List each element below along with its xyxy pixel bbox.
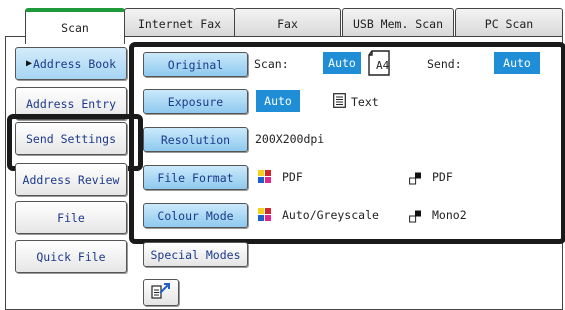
file-format-button[interactable]: File Format	[143, 165, 248, 190]
file-format-mono-value: PDF	[432, 170, 453, 184]
address-book-button[interactable]: ▶ Address Book	[15, 47, 127, 80]
colour-quad-icon	[258, 208, 271, 221]
program-transfer-button[interactable]	[143, 279, 179, 306]
address-book-label: Address Book	[32, 56, 117, 71]
tab-scan[interactable]: Scan	[25, 8, 125, 44]
tab-internet-fax[interactable]: Internet Fax	[124, 8, 235, 38]
file-button[interactable]: File	[15, 201, 127, 234]
special-modes-button[interactable]: Special Modes	[143, 242, 248, 267]
address-review-button[interactable]: Address Review	[15, 163, 127, 196]
resolution-button[interactable]: Resolution	[143, 127, 248, 152]
tab-usb-mem-scan[interactable]: USB Mem. Scan	[342, 8, 454, 38]
mono-squares-icon	[409, 210, 422, 223]
paper-size-label: A4	[376, 59, 390, 72]
scan-value-badge: Auto	[323, 52, 361, 74]
triangle-right-icon: ▶	[25, 58, 32, 69]
exposure-type-label: Text	[351, 95, 379, 109]
original-button[interactable]: Original	[143, 52, 248, 77]
text-document-icon	[333, 93, 346, 108]
resolution-value: 200X200dpi	[255, 132, 325, 146]
program-transfer-icon	[150, 282, 172, 303]
quick-file-button[interactable]: Quick File	[15, 240, 127, 273]
tab-fax[interactable]: Fax	[234, 8, 341, 38]
colour-mode-mono-value: Mono2	[432, 208, 467, 222]
mono-squares-icon	[409, 172, 422, 185]
file-format-colour-value: PDF	[282, 170, 303, 184]
colour-mode-colour-value: Auto/Greyscale	[282, 208, 379, 222]
scan-label: Scan:	[254, 57, 289, 71]
send-value-badge: Auto	[494, 52, 540, 74]
tab-pc-scan[interactable]: PC Scan	[455, 8, 563, 38]
exposure-value-badge: Auto	[256, 90, 300, 112]
colour-mode-button[interactable]: Colour Mode	[143, 203, 248, 228]
send-label: Send:	[427, 57, 462, 71]
colour-quad-icon	[258, 170, 271, 183]
exposure-button[interactable]: Exposure	[143, 89, 248, 114]
